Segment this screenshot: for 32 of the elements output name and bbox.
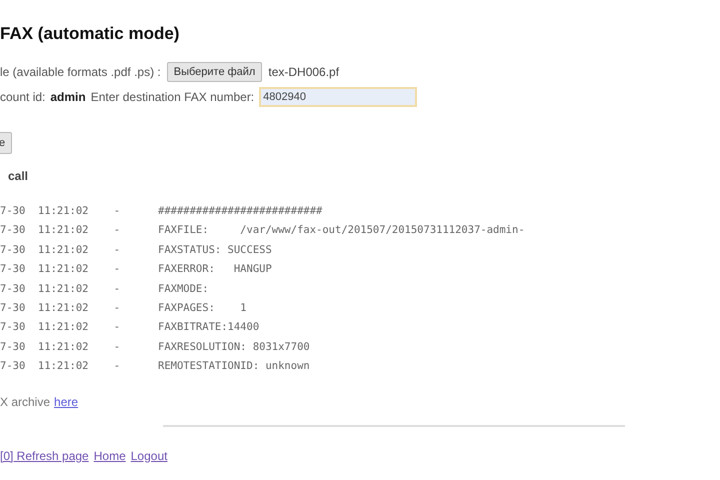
archive-text: X archive [0,394,50,410]
log-time: 7-30 11:21:02 - [0,340,122,355]
log-time: 7-30 11:21:02 - [0,320,122,336]
log-time: 7-30 11:21:02 - [0,359,122,374]
log-message: FAXPAGES: 1 [158,301,247,316]
choose-file-button[interactable]: Выберите файл [166,62,262,82]
log-time: 7-30 11:21:02 - [0,223,122,238]
footer-link[interactable]: Home [94,446,126,465]
log-message: REMOTESTATIONID: unknown [158,359,310,374]
log-heading: call [8,168,30,184]
log-time: 7-30 11:21:02 - [0,282,122,297]
account-id: admin [50,89,86,106]
account-label: count id: [0,89,46,106]
fax-number-field[interactable]: 4802940 [259,87,418,107]
file-name: tex-DH006.pf [268,64,340,81]
fax-number-label: Enter destination FAX number: [90,89,254,106]
log-message: FAXERROR: HANGUP [158,262,272,278]
log-message: FAXMODE: [158,282,209,297]
log-message: FAXFILE: /var/www/fax-out/201507/20150731112037-admin- [158,223,525,238]
log-time: 7-30 11:21:02 - [0,204,122,219]
log-message: FAXSTATUS: SUCCESS [158,242,272,258]
archive-link[interactable]: here [54,394,78,410]
log-message: FAXBITRATE:14400 [158,320,260,336]
log-time: 7-30 11:21:02 - [0,242,122,258]
footer-link[interactable]: [0] Refresh page [0,446,89,465]
footer-link[interactable]: Logout [130,446,168,465]
log-time: 7-30 11:21:02 - [0,262,122,278]
log-message: FAXRESOLUTION: 8031x7700 [158,340,310,355]
log-time: 7-30 11:21:02 - [0,301,122,316]
page-title: FAX (automatic mode) [0,23,180,45]
file-label: le (available formats .pdf .ps) : [0,64,161,81]
log-message: ########################## [158,204,322,219]
